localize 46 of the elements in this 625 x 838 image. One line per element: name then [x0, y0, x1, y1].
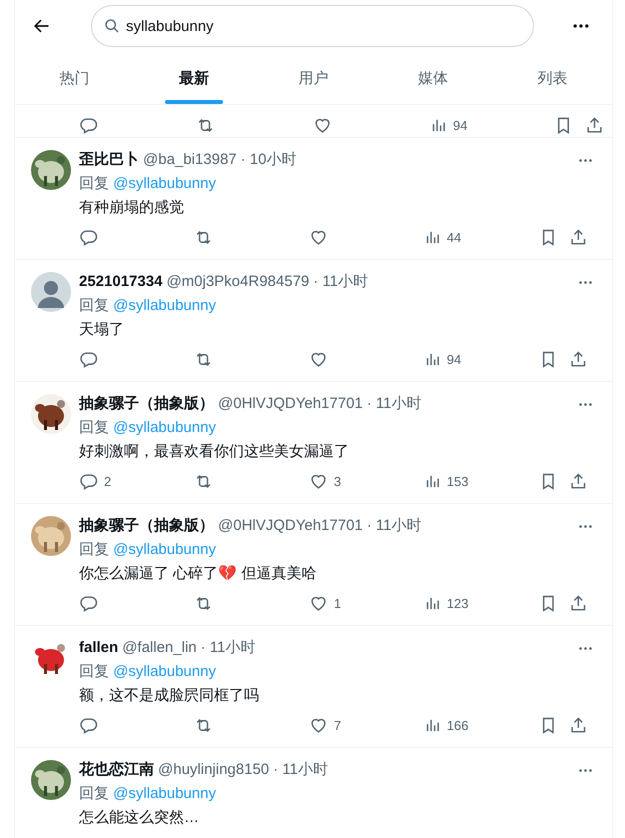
- post-time: · 11小时: [366, 394, 422, 414]
- post-text: 有种崩塌的感觉: [79, 198, 185, 218]
- search-field[interactable]: syllabubunny: [91, 5, 534, 47]
- post-text: 你怎么漏逼了 心碎了💔 但逼真美哈: [79, 564, 318, 584]
- post-text: 好刺激啊，最喜欢看你们这些美女漏逼了: [79, 442, 350, 462]
- tab[interactable]: 媒体: [406, 52, 460, 104]
- view-count: 153: [446, 474, 468, 488]
- user-name[interactable]: 抽象骡子（抽象版）: [79, 394, 214, 414]
- post-text: 额，这不是成脸屄同框了吗: [79, 686, 260, 706]
- view-count: 123: [446, 596, 468, 610]
- reply-label: 回复: [79, 541, 109, 558]
- tab[interactable]: 列表: [525, 52, 580, 104]
- tab[interactable]: 用户: [286, 52, 341, 104]
- reply-label: 回复: [79, 175, 109, 192]
- post-text: 怎么能这么突然…: [79, 808, 200, 828]
- user-handle[interactable]: @m0j3Pko4R984579: [166, 272, 310, 292]
- post-time: · 11小时: [200, 638, 256, 658]
- user-handle[interactable]: @0HlVJQDYeh17701: [218, 516, 363, 536]
- user-name[interactable]: 抽象骡子（抽象版）: [79, 516, 214, 536]
- user-name[interactable]: 歪比巴卜: [79, 150, 139, 170]
- view-count: 94: [453, 118, 468, 132]
- like-count: 7: [334, 718, 342, 732]
- like-count: 3: [334, 474, 342, 488]
- post-text: 天塌了: [79, 320, 125, 340]
- view-count: 44: [446, 230, 462, 244]
- user-name[interactable]: 2521017334: [79, 272, 162, 292]
- tab[interactable]: 热门: [48, 52, 102, 104]
- post-time: · 10小时: [240, 150, 296, 170]
- reply-label: 回复: [79, 419, 109, 436]
- reply-label: 回复: [79, 785, 109, 802]
- post-time: · 11小时: [313, 272, 368, 292]
- user-handle[interactable]: @huylinjing8150: [158, 760, 270, 780]
- user-handle[interactable]: @fallen_lin: [122, 638, 197, 658]
- reply-count: 2: [104, 474, 112, 488]
- user-handle[interactable]: @0HlVJQDYeh17701: [218, 394, 363, 414]
- view-count: 94: [446, 352, 462, 366]
- view-count: 166: [446, 718, 468, 732]
- user-handle[interactable]: @ba_bi13987: [143, 150, 237, 170]
- post-time: · 11小时: [366, 516, 422, 536]
- post-time: · 11小时: [273, 760, 328, 780]
- user-name[interactable]: fallen: [79, 638, 118, 658]
- tab[interactable]: 最新: [167, 52, 222, 104]
- like-count: 1: [334, 596, 342, 610]
- reply-label: 回复: [79, 297, 109, 314]
- user-name[interactable]: 花也恋江南: [79, 760, 154, 780]
- reply-label: 回复: [79, 663, 109, 680]
